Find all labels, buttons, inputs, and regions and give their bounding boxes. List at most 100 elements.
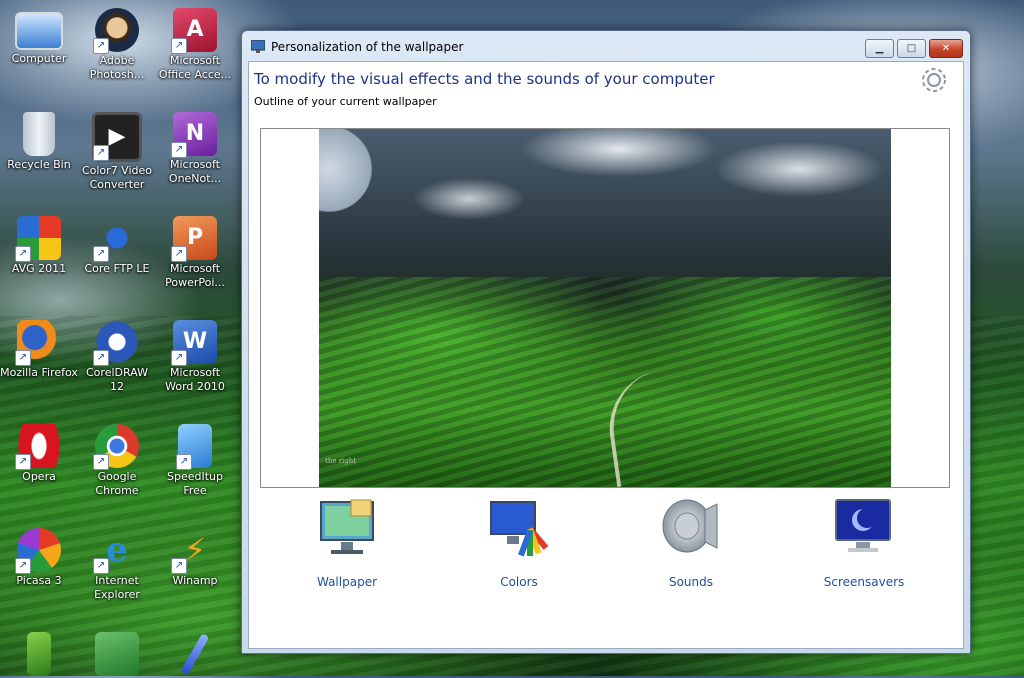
close-button[interactable]: ✕ [929, 39, 963, 58]
access-icon: A ↗ [171, 8, 217, 54]
desktop-icon-partial[interactable] [0, 632, 78, 678]
desktop-icon-label: Color7 Video Converter [81, 164, 153, 191]
word-icon: W ↗ [171, 320, 217, 366]
colors-icon [490, 501, 549, 557]
shortcut-arrow-icon: ↗ [15, 558, 31, 574]
onenote-icon: N ↗ [171, 112, 217, 158]
device-icon [27, 632, 51, 676]
gear-icon[interactable] [918, 64, 950, 96]
desktop-icon-computer[interactable]: Computer [0, 8, 78, 66]
colors-option-label[interactable]: Colors [449, 575, 589, 589]
colors-option[interactable]: Colors [449, 496, 589, 589]
desktop-icon-powerpoint[interactable]: P ↗ Microsoft PowerPoi... [156, 216, 234, 290]
ftp-icon: ↗ [93, 216, 139, 262]
recycle-bin-icon [23, 112, 55, 156]
shortcut-arrow-icon: ↗ [171, 558, 187, 574]
firefox-icon: ↗ [15, 320, 61, 366]
shortcut-arrow-icon: ↗ [15, 454, 31, 470]
shortcut-arrow-icon: ↗ [15, 350, 31, 366]
winamp-icon: ⚡ ↗ [171, 528, 217, 574]
desktop-icon-picasa[interactable]: ↗ Picasa 3 [0, 528, 78, 588]
desktop-icon-label: Core FTP LE [84, 262, 150, 275]
shortcut-arrow-icon: ↗ [93, 558, 109, 574]
desktop-icon-label: Internet Explorer [94, 574, 140, 601]
shortcut-arrow-icon: ↗ [93, 246, 109, 262]
desktop-icon-winamp[interactable]: ⚡ ↗ Winamp [156, 528, 234, 588]
desktop-icon-label: Opera [22, 470, 56, 483]
page-heading: To modify the visual effects and the sou… [254, 70, 715, 88]
desktop-icon-photoshop[interactable]: ↗ Adobe Photosh... [78, 8, 156, 82]
excel-icon [95, 632, 139, 676]
desktop-icon-video-converter[interactable]: ▶ ↗ Color7 Video Converter [78, 112, 156, 192]
coreldraw-icon: ↗ [93, 320, 139, 366]
wallpaper-preview-image: the right [319, 129, 891, 487]
desktop-icon-partial[interactable] [78, 632, 156, 678]
desktop-icon-label: Winamp [172, 574, 218, 587]
desktop-icon-onenote[interactable]: N ↗ Microsoft OneNot... [156, 112, 234, 186]
desktop-icon-partial[interactable] [156, 632, 234, 678]
desktop-icon-label: SpeedItup Free [167, 470, 223, 497]
desktop-icon-label: Microsoft OneNot... [168, 158, 222, 185]
shortcut-arrow-icon: ↗ [93, 350, 109, 366]
opera-icon: ↗ [15, 424, 61, 470]
desktop-icon-label: AVG 2011 [11, 262, 67, 275]
desktop-icon-firefox[interactable]: ↗ Mozilla Firefox [0, 320, 78, 380]
shortcut-arrow-icon: ↗ [171, 246, 187, 262]
desktop-icon-label: Google Chrome [95, 470, 139, 497]
desktop-icon-ftp[interactable]: ↗ Core FTP LE [78, 216, 156, 276]
maximize-icon: □ [906, 43, 917, 54]
desktop-icon-label: Adobe Photosh... [89, 54, 145, 81]
wallpaper-option[interactable]: Wallpaper [277, 496, 417, 589]
shortcut-arrow-icon: ↗ [93, 454, 109, 470]
shortcut-arrow-icon: ↗ [171, 350, 187, 366]
photoshop-icon: ↗ [93, 8, 139, 54]
sounds-icon [662, 499, 718, 553]
shortcut-arrow-icon: ↗ [171, 142, 187, 158]
page-subheading: Outline of your current wallpaper [254, 95, 437, 108]
desktop-icon-ie[interactable]: e ↗ Internet Explorer [78, 528, 156, 602]
minimize-button[interactable]: ▁ [865, 39, 894, 58]
sounds-option-label[interactable]: Sounds [621, 575, 761, 589]
wallpaper-preview-frame: the right [260, 128, 950, 488]
desktop-icon-avg[interactable]: ↗ AVG 2011 [0, 216, 78, 276]
shortcut-arrow-icon: ↗ [176, 454, 192, 470]
screensavers-option-label[interactable]: Screensavers [794, 575, 934, 589]
video-converter-icon: ▶ ↗ [92, 112, 142, 162]
chrome-icon: ↗ [93, 424, 139, 470]
desktop-icon-label: Microsoft Office Acce... [158, 54, 232, 81]
screensavers-icon [835, 499, 891, 552]
desktop-icon-recycle-bin[interactable]: Recycle Bin [0, 112, 78, 172]
screensavers-option[interactable]: Screensavers [794, 496, 934, 589]
personalization-window: Personalization of the wallpaper ▁ □ ✕ T… [241, 30, 971, 654]
powerpoint-icon: P ↗ [171, 216, 217, 262]
desktop-icon-coreldraw[interactable]: ↗ CorelDRAW 12 [78, 320, 156, 394]
desktop-icon-label: CorelDRAW 12 [86, 366, 148, 393]
minimize-icon: ▁ [875, 43, 884, 54]
shortcut-arrow-icon: ↗ [93, 145, 109, 161]
desktop-icon-access[interactable]: A ↗ Microsoft Office Acce... [156, 8, 234, 82]
avg-icon: ↗ [15, 216, 61, 262]
wallpaper-option-label[interactable]: Wallpaper [277, 575, 417, 589]
speeditup-icon: ↗ [176, 424, 212, 470]
wallpaper-icon [320, 499, 374, 554]
maximize-button[interactable]: □ [897, 39, 926, 58]
desktop-icon-word[interactable]: W ↗ Microsoft Word 2010 [156, 320, 234, 394]
desktop-icon-label: Picasa 3 [16, 574, 62, 587]
pen-icon [180, 632, 210, 676]
desktop-icon-speeditup[interactable]: ↗ SpeedItup Free [156, 424, 234, 498]
picasa-icon: ↗ [15, 528, 61, 574]
desktop-icon-chrome[interactable]: ↗ Google Chrome [78, 424, 156, 498]
desktop-icon-label: Microsoft Word 2010 [165, 366, 225, 393]
desktop-icon-label: Mozilla Firefox [0, 366, 78, 379]
shortcut-arrow-icon: ↗ [171, 38, 187, 54]
ie-icon: e ↗ [93, 528, 139, 574]
sounds-option[interactable]: Sounds [621, 496, 761, 589]
desktop-icon-label: Microsoft PowerPoi... [165, 262, 225, 289]
shortcut-arrow-icon: ↗ [93, 38, 109, 54]
shortcut-arrow-icon: ↗ [15, 246, 31, 262]
window-app-icon [251, 40, 265, 53]
desktop-icon-label: Computer [11, 52, 67, 65]
desktop-icon-opera[interactable]: ↗ Opera [0, 424, 78, 484]
title-bar[interactable]: Personalization of the wallpaper ▁ □ ✕ [242, 31, 970, 61]
preview-watermark: the right [325, 457, 357, 465]
